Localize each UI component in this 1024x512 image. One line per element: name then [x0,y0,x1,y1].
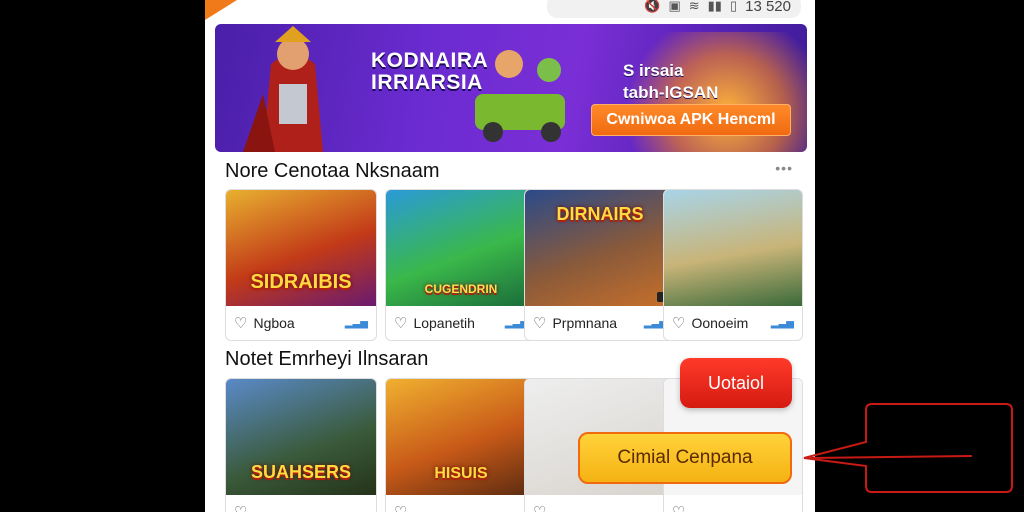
game-title: Prpmnana [552,315,618,331]
game-card[interactable]: SIDRAIBIS ♡ Ngboa ▂▃▅ [225,189,377,341]
game-title: Lopanetih [413,315,475,331]
game-thumb-title: SUAHSERS [250,462,352,482]
secondary-action-button[interactable]: Cimial Cenpana [578,432,792,484]
game-thumb-title: HISUIS [434,465,488,482]
heart-icon[interactable]: ♡ [394,314,407,332]
game-title: Ngboa [253,315,295,331]
heart-icon[interactable]: ♡ [533,503,546,512]
game-thumbnail: CUGENDRIN [386,190,536,306]
heart-icon[interactable]: ♡ [234,314,247,332]
game-thumbnail [664,190,802,306]
game-thumb-title: DIRNAIRS [556,204,644,224]
game-card[interactable]: HISUIS ♡ [385,378,537,512]
game-card[interactable]: SUAHSERS ♡ [225,378,377,512]
heart-icon[interactable]: ♡ [234,503,247,512]
game-thumbnail: DIRNAIRS [525,190,675,306]
corner-decoration [205,0,237,20]
battery-icon: ▯ [729,0,738,13]
game-thumb-title: SIDRAIBIS [250,271,352,293]
heart-icon[interactable]: ♡ [672,503,685,512]
hero-character-illustration [243,26,323,152]
game-thumb-title: CUGENDRIN [424,282,498,296]
signal-bars-icon: ▂▃▅ [344,317,368,329]
status-bar: 🔇 ▣ ≋ ▮▮ ▯ 13 520 [547,0,801,18]
more-dots-icon[interactable]: ••• [775,160,793,176]
game-thumbnail: SUAHSERS [226,379,376,495]
heart-icon[interactable]: ♡ [672,314,685,332]
game-card[interactable]: CUGENDRIN ♡ Lopanetih ▂▃▅ [385,189,537,341]
signal-bars-icon: ▂▃▅ [770,317,794,329]
heart-icon[interactable]: ♡ [533,314,546,332]
download-apk-button[interactable]: Cwniwoa APK Hencml [591,104,791,136]
banner-subtitle: S irsaia tabh-lGSAN [623,61,719,102]
game-thumbnail: SIDRAIBIS [226,190,376,306]
callout-arrow [803,403,1013,493]
game-thumbnail: HISUIS [386,379,536,495]
game-card[interactable]: DIRNAIRS ♡ Prpmnana ▂▃▅ [524,189,676,341]
signal-icon: ▮▮ [707,0,722,13]
game-card[interactable]: ♡ Oonoeim ▂▃▅ [663,189,803,341]
heart-icon[interactable]: ♡ [394,503,407,512]
wifi-icon: ≋ [688,0,700,13]
game-title: Oonoeim [691,315,749,331]
primary-action-button[interactable]: Uotaiol [680,358,792,408]
status-time: 13 520 [745,0,791,15]
section-title-1: Nore Cenotaa Nksnaam [225,160,440,182]
mute-icon: 🔇 [644,0,661,13]
promo-banner[interactable]: KODNAIRA IRRIARSIA S irsaia tabh-lGSAN C… [215,24,807,152]
sim-icon: ▣ [668,0,681,13]
banner-title: KODNAIRA IRRIARSIA [371,49,489,94]
section-title-2: Notet Emrheyi Ilnsaran [225,348,429,370]
